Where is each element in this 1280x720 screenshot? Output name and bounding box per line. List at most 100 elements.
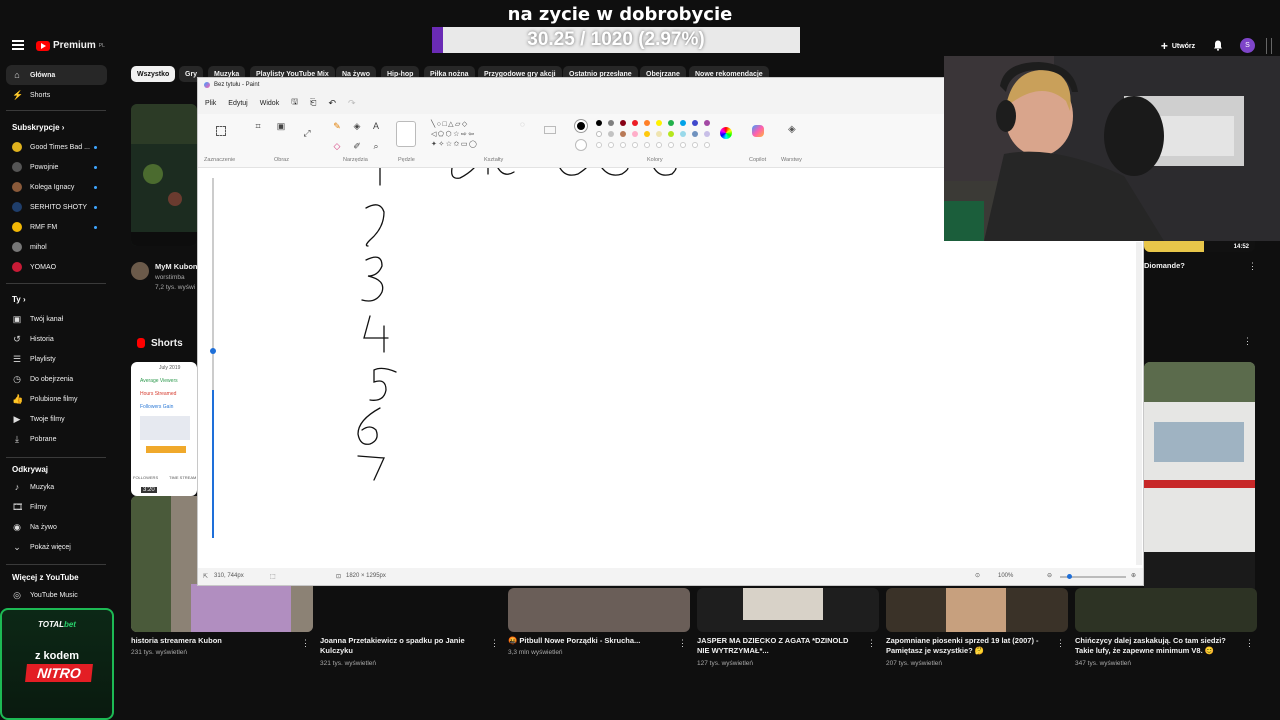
- more-options-icon[interactable]: ⋮: [1248, 262, 1257, 271]
- video-title[interactable]: MyM Kubon: [155, 262, 198, 272]
- paint-left-slider-track[interactable]: [210, 178, 216, 538]
- layers-icon[interactable]: ◈: [788, 124, 796, 135]
- shape-size-icon[interactable]: [544, 126, 556, 134]
- sidebar-item[interactable]: 🎞 Filmy: [6, 497, 107, 517]
- explore-heading[interactable]: Odkrywaj: [12, 465, 48, 474]
- channel-avatar[interactable]: [131, 262, 149, 280]
- video-title[interactable]: Zapomniane piosenki sprzed 19 lat (2007)…: [886, 636, 1046, 656]
- color-swatch[interactable]: [632, 120, 638, 126]
- sidebar-item[interactable]: ▶ Twoje filmy: [6, 409, 107, 429]
- open-icon[interactable]: ⎗: [310, 98, 316, 108]
- subscription-item[interactable]: RMF FM: [6, 217, 107, 237]
- subscription-item[interactable]: YOMAO: [6, 257, 107, 277]
- menu-icon[interactable]: [12, 40, 24, 50]
- custom-color-slot[interactable]: [608, 142, 614, 148]
- sidebar-item[interactable]: ⤓ Pobrane: [6, 429, 107, 449]
- shorts-more-icon[interactable]: ⋮: [1243, 337, 1252, 346]
- menu-file[interactable]: Plik: [205, 100, 216, 107]
- notifications-bell-icon[interactable]: [1213, 40, 1223, 51]
- brushes-button[interactable]: [396, 121, 416, 147]
- edit-colors-icon[interactable]: [720, 127, 732, 139]
- menu-edit[interactable]: Edytuj: [228, 100, 247, 107]
- custom-color-slot[interactable]: [620, 142, 626, 148]
- custom-color-slot[interactable]: [668, 142, 674, 148]
- color-swatch[interactable]: [668, 120, 674, 126]
- filter-chip[interactable]: Wszystko: [131, 66, 176, 82]
- color-swatch[interactable]: [620, 131, 626, 137]
- eraser-icon[interactable]: ◇: [332, 141, 342, 151]
- more-options-icon[interactable]: ⋮: [301, 639, 310, 648]
- custom-color-slot[interactable]: [644, 142, 650, 148]
- canvas-scrollbar[interactable]: [1136, 242, 1142, 565]
- color-swatch[interactable]: [704, 120, 710, 126]
- text-tool-icon[interactable]: A: [371, 121, 381, 131]
- shapes-gallery[interactable]: ╲○□△▱◇ ◁⬠⬡☆⇨⇦ ✦✧☆✩▭◯: [431, 120, 503, 150]
- video-thumbnail[interactable]: [1075, 588, 1257, 632]
- subscription-item[interactable]: Powojnie: [6, 157, 107, 177]
- sidebar-item[interactable]: ⚡ Shorts: [6, 85, 107, 105]
- more-options-icon[interactable]: ⋮: [1056, 639, 1065, 648]
- color-swatch[interactable]: [608, 120, 614, 126]
- subscriptions-heading[interactable]: Subskrypcje ›: [12, 123, 64, 132]
- sidebar-item[interactable]: ◉ Na żywo: [6, 517, 107, 537]
- sidebar-item[interactable]: ⌄ Pokaż więcej: [6, 537, 107, 557]
- video-thumbnail[interactable]: [886, 588, 1068, 632]
- custom-color-slot[interactable]: [704, 142, 710, 148]
- sidebar-item[interactable]: ◎ YouTube Music: [6, 585, 107, 605]
- fit-icon[interactable]: ⊙: [975, 572, 980, 579]
- sidebar-item[interactable]: ♪ Muzyka: [6, 477, 107, 497]
- sponsor-banner[interactable]: TOTALbet z kodem NITRO: [0, 608, 114, 720]
- pencil-icon[interactable]: ✎: [332, 121, 342, 131]
- more-options-icon[interactable]: ⋮: [678, 639, 687, 648]
- color-swatch[interactable]: [644, 131, 650, 137]
- more-options-icon[interactable]: ⋮: [867, 639, 876, 648]
- sidebar-item[interactable]: ▣ Twój kanał: [6, 309, 107, 329]
- redo-icon[interactable]: ↷: [348, 98, 356, 109]
- menu-view[interactable]: Widok: [260, 100, 279, 107]
- color-swatch[interactable]: [656, 120, 662, 126]
- custom-color-slot[interactable]: [632, 142, 638, 148]
- you-heading[interactable]: Ty ›: [12, 295, 26, 304]
- color-swatch[interactable]: [596, 131, 602, 137]
- color-swatch[interactable]: [608, 131, 614, 137]
- subscription-item[interactable]: mihol: [6, 237, 107, 257]
- primary-color[interactable]: [575, 120, 587, 132]
- subscription-item[interactable]: Kolega Ignacy: [6, 177, 107, 197]
- more-from-youtube-heading[interactable]: Więcej z YouTube: [12, 573, 79, 582]
- zoom-in-icon[interactable]: ⊕: [1131, 572, 1136, 579]
- color-swatch[interactable]: [692, 131, 698, 137]
- color-swatch[interactable]: [680, 131, 686, 137]
- subscription-item[interactable]: Good Times Bad ...: [6, 137, 107, 157]
- color-swatch[interactable]: [704, 131, 710, 137]
- youtube-logo[interactable]: Premium PL: [36, 40, 105, 51]
- magnifier-icon[interactable]: ⌕: [371, 141, 381, 151]
- video-thumbnail[interactable]: [508, 588, 690, 632]
- resize-icon[interactable]: ⤢: [302, 128, 312, 138]
- save-icon[interactable]: 🖫: [291, 96, 298, 110]
- color-swatch[interactable]: [656, 131, 662, 137]
- color-swatch[interactable]: [596, 120, 602, 126]
- color-swatch[interactable]: [668, 131, 674, 137]
- subscription-item[interactable]: SERHITO SHOTY: [6, 197, 107, 217]
- color-picker-icon[interactable]: ✐: [352, 141, 362, 151]
- copilot-icon[interactable]: [752, 125, 764, 137]
- video-thumbnail[interactable]: [697, 588, 879, 632]
- video-title[interactable]: Joanna Przetakiewicz o spadku po Janie K…: [320, 636, 480, 656]
- color-swatch[interactable]: [632, 131, 638, 137]
- zoom-level[interactable]: 100%: [998, 573, 1013, 579]
- crop-icon[interactable]: ⌗: [253, 121, 263, 131]
- outline-icon[interactable]: ◌: [520, 120, 525, 129]
- slider-thumb[interactable]: [210, 348, 216, 354]
- video-title[interactable]: historia streamera Kubon: [131, 636, 291, 646]
- fill-bucket-icon[interactable]: ◈: [352, 121, 362, 131]
- sidebar-item[interactable]: ⌂ Główna: [6, 65, 107, 85]
- more-options-icon[interactable]: ⋮: [490, 639, 499, 648]
- custom-color-slot[interactable]: [680, 142, 686, 148]
- video-thumbnail[interactable]: [131, 104, 197, 246]
- video-title-right[interactable]: Diomande?: [1144, 261, 1185, 271]
- video-title[interactable]: Chińczycy dalej zaskakują. Co tam siedzi…: [1075, 636, 1235, 656]
- color-swatch[interactable]: [620, 120, 626, 126]
- sidebar-item[interactable]: ◷ Do obejrzenia: [6, 369, 107, 389]
- sidebar-item[interactable]: 👍 Polubione filmy: [6, 389, 107, 409]
- color-swatch[interactable]: [692, 120, 698, 126]
